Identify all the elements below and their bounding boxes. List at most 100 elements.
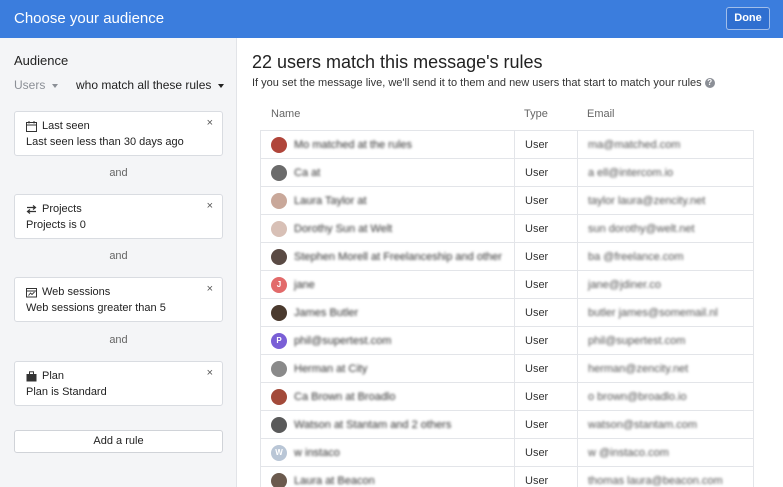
avatar bbox=[271, 137, 287, 153]
column-divider bbox=[577, 243, 578, 270]
table-row[interactable]: Ca Brown at Broadlo User o brown@broadlo.i… bbox=[260, 383, 754, 411]
column-divider bbox=[514, 131, 515, 158]
rule-description: Last seen less than 30 days ago bbox=[26, 136, 184, 148]
column-header-name[interactable]: Name bbox=[271, 108, 300, 120]
results-panel: 22 users match this message's rules If y… bbox=[238, 38, 783, 487]
user-name[interactable]: Laura Taylor at bbox=[294, 195, 367, 207]
user-email: a ell@intercom.io bbox=[588, 167, 674, 179]
user-name[interactable]: James Butler bbox=[294, 307, 358, 319]
user-email: herman@zencity.net bbox=[588, 363, 689, 375]
user-name[interactable]: Mo matched at the rules bbox=[294, 139, 412, 151]
rule-card-last-seen[interactable]: Last seen Last seen less than 30 days ag… bbox=[14, 111, 223, 156]
user-type: User bbox=[525, 335, 549, 347]
table-row[interactable]: Jjane User jane@jdiner.co bbox=[260, 271, 754, 299]
users-selector-label: Users bbox=[14, 78, 46, 92]
column-divider bbox=[514, 439, 515, 466]
avatar: J bbox=[271, 277, 287, 293]
table-row[interactable]: Watson at Stantam and 2 others User watson… bbox=[260, 411, 754, 439]
table-row[interactable]: James Butler User butler james@somemail.nl bbox=[260, 299, 754, 327]
rule-description: Projects is 0 bbox=[26, 219, 86, 231]
avatar bbox=[271, 305, 287, 321]
column-divider bbox=[514, 215, 515, 242]
user-email: phil@supertest.com bbox=[588, 335, 686, 347]
user-type: User bbox=[525, 419, 549, 431]
audience-sidebar: Audience Users who match all these rules… bbox=[0, 38, 237, 487]
user-type: User bbox=[525, 391, 549, 403]
user-type: User bbox=[525, 307, 549, 319]
table-row[interactable]: Laura at Beacon User thomas laura@beacon.c… bbox=[260, 467, 754, 487]
match-mode-selector[interactable]: who match all these rules bbox=[76, 78, 225, 92]
user-email: ba @freelance.com bbox=[588, 251, 684, 263]
rule-description: Web sessions greater than 5 bbox=[26, 302, 166, 314]
table-row[interactable]: Stephen Morell at Freelanceship and othe… bbox=[260, 243, 754, 271]
arrows-icon bbox=[26, 205, 37, 214]
column-header-type[interactable]: Type bbox=[524, 108, 548, 120]
remove-rule-icon[interactable]: × bbox=[207, 367, 213, 379]
user-email: sun dorothy@welt.net bbox=[588, 223, 695, 235]
column-divider bbox=[514, 159, 515, 186]
column-divider bbox=[577, 159, 578, 186]
avatar bbox=[271, 165, 287, 181]
user-email: thomas laura@beacon.com bbox=[588, 475, 723, 487]
and-connector: and bbox=[109, 334, 128, 346]
and-connector: and bbox=[109, 167, 128, 179]
user-name[interactable]: Laura at Beacon bbox=[294, 475, 375, 487]
user-type: User bbox=[525, 223, 549, 235]
remove-rule-icon[interactable]: × bbox=[207, 283, 213, 295]
add-rule-button[interactable]: Add a rule bbox=[14, 430, 223, 453]
match-explanation: If you set the message live, we'll send … bbox=[252, 77, 715, 89]
user-name[interactable]: phil@supertest.com bbox=[294, 335, 391, 347]
avatar bbox=[271, 249, 287, 265]
remove-rule-icon[interactable]: × bbox=[207, 117, 213, 129]
column-divider bbox=[577, 439, 578, 466]
user-name[interactable]: Ca Brown at Broadlo bbox=[294, 391, 396, 403]
table-row[interactable]: Dorothy Sun at Welt User sun dorothy@welt.… bbox=[260, 215, 754, 243]
user-name[interactable]: w instaco bbox=[294, 447, 340, 459]
column-divider bbox=[514, 327, 515, 354]
user-type: User bbox=[525, 167, 549, 179]
avatar bbox=[271, 473, 287, 487]
user-name[interactable]: jane bbox=[294, 279, 315, 291]
user-name[interactable]: Ca at bbox=[294, 167, 320, 179]
table-row[interactable]: Laura Taylor at User taylor laura@zencity… bbox=[260, 187, 754, 215]
audience-heading: Audience bbox=[14, 53, 69, 68]
rule-title: Web sessions bbox=[42, 286, 111, 298]
table-row[interactable]: Mo matched at the rules User ma@matched.co… bbox=[260, 131, 754, 159]
table-row[interactable]: Herman at City User herman@zencity.net bbox=[260, 355, 754, 383]
table-row[interactable]: Ww instaco User w @instaco.com bbox=[260, 439, 754, 467]
table-row[interactable]: Pphil@supertest.com User phil@supertest.co… bbox=[260, 327, 754, 355]
column-divider bbox=[577, 355, 578, 382]
done-button[interactable]: Done bbox=[726, 7, 770, 30]
user-email: jane@jdiner.co bbox=[588, 279, 661, 291]
column-divider bbox=[514, 243, 515, 270]
dialog-title: Choose your audience bbox=[14, 10, 165, 27]
user-type: User bbox=[525, 447, 549, 459]
column-header-email[interactable]: Email bbox=[587, 108, 615, 120]
help-icon[interactable]: ? bbox=[704, 78, 715, 89]
avatar bbox=[271, 361, 287, 377]
column-divider bbox=[514, 411, 515, 438]
rule-card-plan[interactable]: Plan Plan is Standard × bbox=[14, 361, 223, 406]
user-email: w @instaco.com bbox=[588, 447, 669, 459]
table-row[interactable]: Ca at User a ell@intercom.io bbox=[260, 159, 754, 187]
column-divider bbox=[514, 299, 515, 326]
rule-title: Projects bbox=[42, 203, 82, 215]
user-name[interactable]: Herman at City bbox=[294, 363, 367, 375]
user-name[interactable]: Stephen Morell at Freelanceship and othe… bbox=[294, 251, 502, 263]
column-divider bbox=[577, 383, 578, 410]
users-selector[interactable]: Users bbox=[14, 78, 59, 92]
remove-rule-icon[interactable]: × bbox=[207, 200, 213, 212]
user-type: User bbox=[525, 195, 549, 207]
user-email: ma@matched.com bbox=[588, 139, 681, 151]
user-name[interactable]: Dorothy Sun at Welt bbox=[294, 223, 392, 235]
column-divider bbox=[577, 411, 578, 438]
rule-title: Last seen bbox=[42, 120, 90, 132]
browser-window-icon bbox=[26, 288, 37, 298]
rule-card-web-sessions[interactable]: Web sessions Web sessions greater than 5… bbox=[14, 277, 223, 322]
user-name[interactable]: Watson at Stantam and 2 others bbox=[294, 419, 451, 431]
avatar: W bbox=[271, 445, 287, 461]
user-email: o brown@broadlo.io bbox=[588, 391, 687, 403]
rule-card-projects[interactable]: Projects Projects is 0 × bbox=[14, 194, 223, 239]
match-mode-label: who match all these rules bbox=[76, 78, 212, 92]
avatar bbox=[271, 417, 287, 433]
